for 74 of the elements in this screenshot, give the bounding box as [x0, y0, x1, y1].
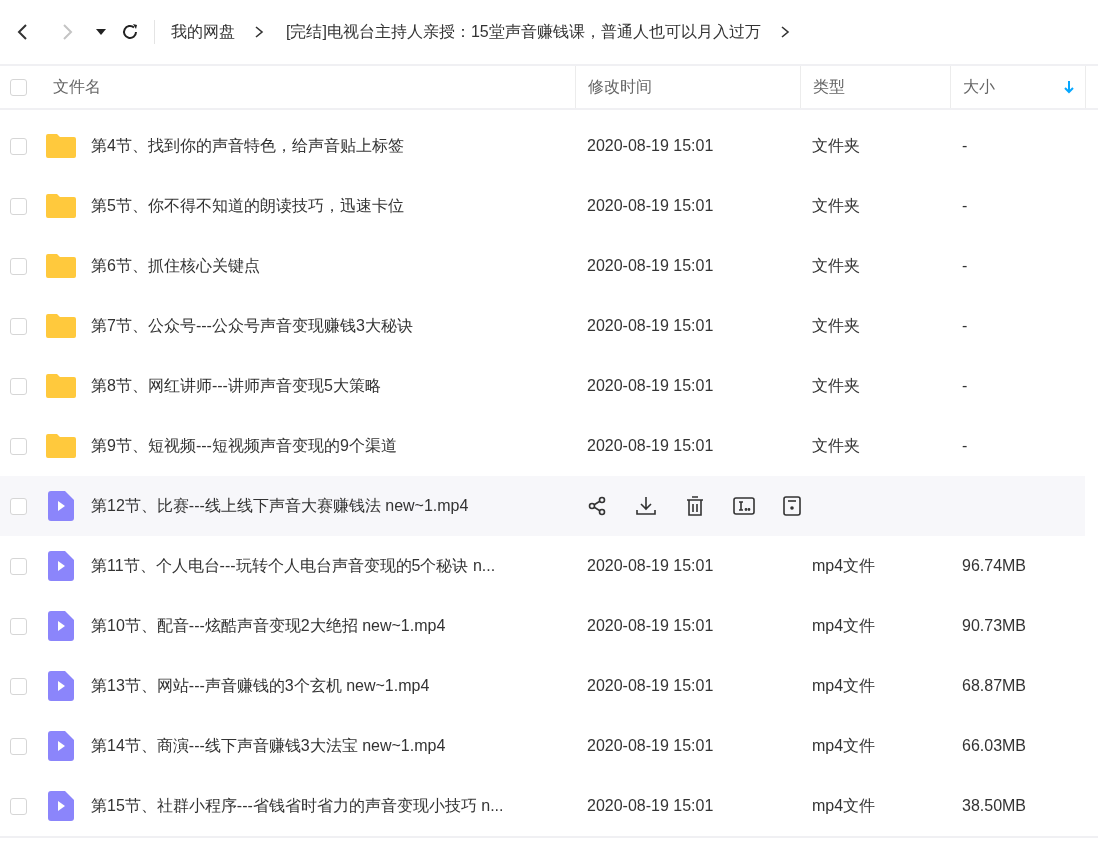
- checkbox[interactable]: [10, 557, 27, 575]
- file-name[interactable]: 第7节、公众号---公众号声音变现赚钱3大秘诀: [91, 315, 413, 337]
- checkbox[interactable]: [10, 137, 27, 155]
- file-size: -: [962, 377, 968, 395]
- file-size: 66.03MB: [962, 737, 1027, 755]
- modified-time: 2020-08-19 15:01: [587, 437, 714, 455]
- breadcrumb-link[interactable]: [完结]电视台主持人亲授：15堂声音赚钱课，普通人也可以月入过万: [286, 21, 761, 43]
- column-header[interactable]: 类型: [813, 77, 845, 95]
- rename-icon[interactable]: [733, 496, 755, 516]
- file-type: 文件夹: [812, 315, 860, 336]
- modified-time: 2020-08-19 15:01: [587, 797, 714, 815]
- file-type: mp4文件: [812, 615, 876, 636]
- modified-time: 2020-08-19 15:01: [587, 317, 714, 335]
- file-type: mp4文件: [812, 735, 876, 756]
- refresh-icon[interactable]: [120, 22, 140, 42]
- modified-time: 2020-08-19 15:01: [587, 557, 714, 575]
- sort-arrow-icon[interactable]: [1063, 80, 1075, 94]
- file-type: 文件夹: [812, 375, 860, 396]
- file-type: 文件夹: [812, 255, 860, 276]
- file-name[interactable]: 第12节、比赛---线上线下声音大赛赚钱法 new~1.mp4: [91, 495, 469, 517]
- file-type: 文件夹: [812, 135, 860, 156]
- modified-time: 2020-08-19 15:01: [587, 737, 714, 755]
- modified-time: 2020-08-19 15:01: [587, 197, 714, 215]
- share-icon[interactable]: [587, 496, 607, 516]
- file-type: 文件夹: [812, 435, 860, 456]
- checkbox[interactable]: [10, 78, 27, 96]
- file-name[interactable]: 第9节、短视频---短视频声音变现的9个渠道: [91, 435, 397, 457]
- checkbox[interactable]: [10, 737, 27, 755]
- file-size: -: [962, 137, 968, 155]
- delete-icon[interactable]: [685, 495, 705, 517]
- chevron-icon: [255, 26, 264, 38]
- chevron-icon: [780, 26, 790, 38]
- file-type: mp4文件: [812, 555, 876, 576]
- download-icon[interactable]: [635, 496, 657, 516]
- file-size: -: [962, 257, 968, 275]
- checkbox[interactable]: [10, 677, 27, 695]
- checkbox[interactable]: [10, 617, 27, 635]
- checkbox[interactable]: [10, 197, 27, 215]
- modified-time: 2020-08-19 15:01: [587, 377, 714, 395]
- file-size: -: [962, 437, 968, 455]
- file-name[interactable]: 第11节、个人电台---玩转个人电台声音变现的5个秘诀 n...: [91, 555, 496, 577]
- column-header[interactable]: 修改时间: [588, 77, 652, 95]
- breadcrumb-link[interactable]: 我的网盘: [171, 21, 235, 43]
- file-type: mp4文件: [812, 795, 876, 816]
- checkbox[interactable]: [10, 317, 27, 335]
- file-type: 文件夹: [812, 195, 860, 216]
- checkbox[interactable]: [10, 377, 27, 395]
- file-size: 68.87MB: [962, 677, 1027, 695]
- column-header[interactable]: 文件名: [53, 77, 101, 95]
- file-size: 96.74MB: [962, 557, 1027, 575]
- file-size: -: [962, 197, 968, 215]
- modified-time: 2020-08-19 15:01: [587, 257, 714, 275]
- file-name[interactable]: 第4节、找到你的声音特色，给声音贴上标签: [91, 135, 404, 157]
- checkbox[interactable]: [10, 797, 27, 815]
- checkbox[interactable]: [10, 497, 27, 515]
- file-name[interactable]: 第5节、你不得不知道的朗读技巧，迅速卡位: [91, 195, 404, 217]
- file-name[interactable]: 第8节、网红讲师---讲师声音变现5大策略: [91, 375, 381, 397]
- modified-time: 2020-08-19 15:01: [587, 677, 714, 695]
- modified-time: 2020-08-19 15:01: [587, 137, 714, 155]
- file-size: 90.73MB: [962, 617, 1027, 635]
- file-name[interactable]: 第15节、社群小程序---省钱省时省力的声音变现小技巧 n...: [91, 795, 504, 817]
- file-name[interactable]: 第13节、网站---声音赚钱的3个玄机 new~1.mp4: [91, 675, 430, 697]
- file-name[interactable]: 第14节、商演---线下声音赚钱3大法宝 new~1.mp4: [91, 735, 446, 757]
- dropdown-caret-icon[interactable]: [96, 29, 106, 35]
- checkbox[interactable]: [10, 257, 27, 275]
- more-file-icon[interactable]: [783, 496, 801, 516]
- file-name[interactable]: 第10节、配音---炫酷声音变现2大绝招 new~1.mp4: [91, 615, 446, 637]
- file-size: -: [962, 317, 968, 335]
- checkbox[interactable]: [10, 437, 27, 455]
- file-size: 38.50MB: [962, 797, 1027, 815]
- modified-time: 2020-08-19 15:01: [587, 617, 714, 635]
- file-name[interactable]: 第6节、抓住核心关键点: [91, 255, 260, 277]
- file-type: mp4文件: [812, 675, 876, 696]
- column-header[interactable]: 大小: [963, 77, 995, 95]
